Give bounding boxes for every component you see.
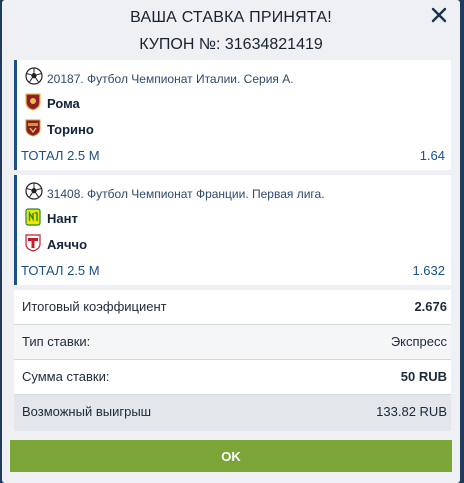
league-name: 20187. Футбол Чемпионат Италии. Серия А.: [47, 72, 294, 86]
ok-button[interactable]: OK: [10, 440, 452, 472]
nantes-crest-icon: [25, 208, 41, 226]
stake-row: Сумма ставки: 50 RUB: [14, 360, 451, 395]
bet-card-2: 31408. Футбол Чемпионат Франции. Первая …: [14, 175, 451, 285]
league-name: 31408. Футбол Чемпионат Франции. Первая …: [47, 187, 325, 201]
bet-type-value: Экспресс: [390, 334, 447, 349]
modal-title: ВАША СТАВКА ПРИНЯТА!: [130, 9, 332, 26]
stake-label: Сумма ставки:: [22, 369, 110, 384]
home-team: Нант: [47, 211, 78, 226]
bet-card-1: 20187. Футбол Чемпионат Италии. Серия А.…: [14, 60, 451, 170]
bet-summary: Итоговый коэффициент 2.676 Тип ставки: Э…: [14, 290, 451, 431]
total-coefficient-value: 2.676: [414, 299, 447, 314]
home-team: Рома: [47, 96, 80, 111]
modal-header: ВАША СТАВКА ПРИНЯТА! КУПОН №: 3163482141…: [2, 0, 460, 58]
bet-confirmation-modal: ВАША СТАВКА ПРИНЯТА! КУПОН №: 3163482141…: [2, 0, 460, 483]
close-icon[interactable]: [428, 4, 450, 26]
stake-value: 50 RUB: [400, 369, 447, 384]
away-team: Торино: [47, 122, 94, 137]
total-coefficient-row: Итоговый коэффициент 2.676: [14, 290, 451, 325]
bet-type-row: Тип ставки: Экспресс: [14, 325, 451, 360]
possible-win-label: Возможный выигрыш: [22, 404, 152, 419]
roma-crest-icon: [25, 93, 41, 111]
coupon-number: КУПОН №: 31634821419: [139, 36, 323, 53]
possible-win-value: 133.82 RUB: [376, 404, 447, 419]
bet-odd: 1.64: [419, 148, 445, 163]
away-team: Аяччо: [47, 237, 88, 252]
bet-market: ТОТАЛ 2.5 М: [21, 148, 100, 163]
bet-type-label: Тип ставки:: [22, 334, 91, 349]
total-coefficient-label: Итоговый коэффициент: [22, 299, 167, 314]
torino-crest-icon: [25, 119, 41, 137]
football-icon: [25, 67, 43, 85]
bet-odd: 1.632: [412, 263, 445, 278]
football-icon: [25, 182, 43, 200]
ajaccio-crest-icon: [25, 234, 41, 252]
possible-win-row: Возможный выигрыш 133.82 RUB: [14, 395, 451, 431]
bet-market: ТОТАЛ 2.5 М: [21, 263, 100, 278]
